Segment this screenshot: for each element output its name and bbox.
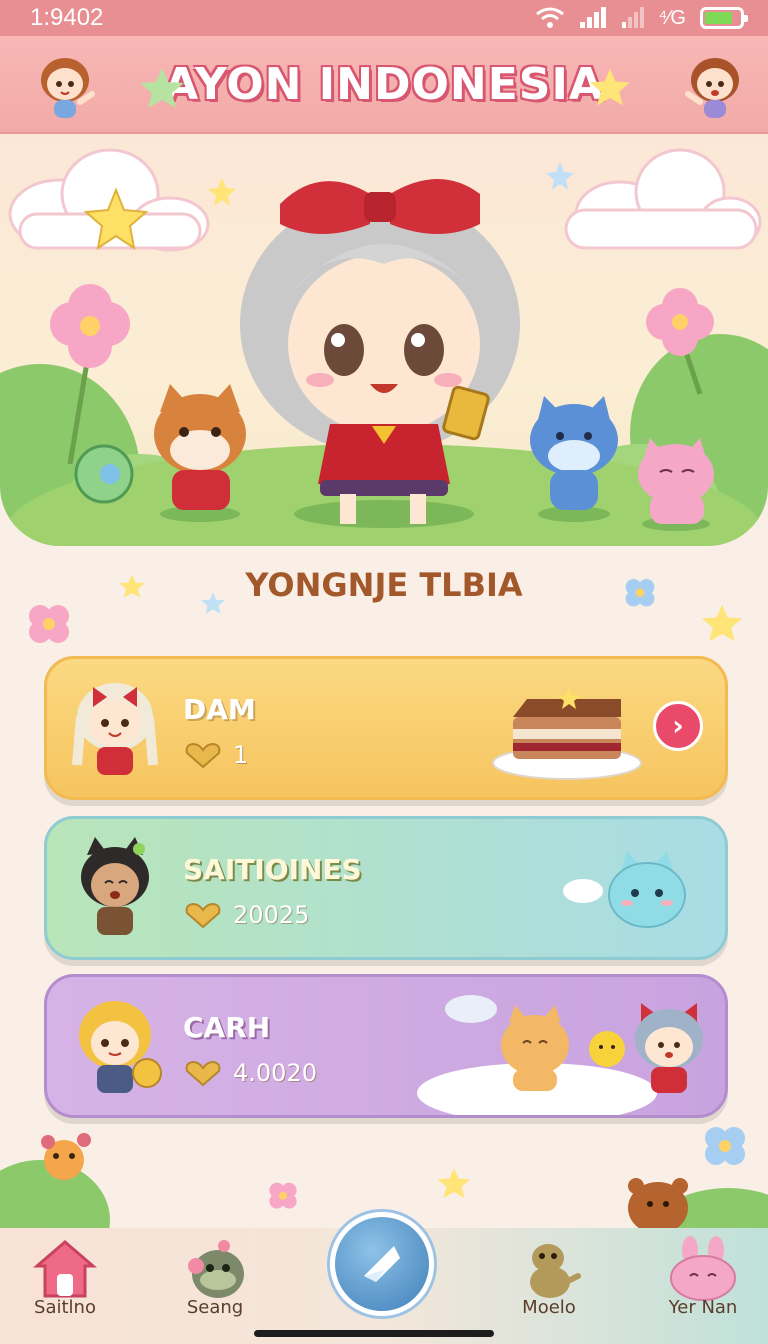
star-icon [140, 68, 184, 108]
flower-icon [705, 1127, 745, 1165]
nav-item-seang[interactable]: Seang [160, 1236, 270, 1336]
blue-cat-icon [563, 851, 686, 928]
nav-item-yer-nan[interactable]: Yer Nan [648, 1236, 758, 1336]
star-icon [437, 1168, 471, 1198]
monster-icon [188, 1240, 244, 1298]
star-icon [701, 604, 743, 642]
card-title: DAM [183, 693, 256, 726]
nav-item-home[interactable]: Saitlno [10, 1236, 120, 1336]
home-indicator [254, 1330, 494, 1337]
card-stat: 1 [183, 741, 248, 769]
chibi-catgirl-icon [81, 837, 149, 935]
card-stat: 20025 [183, 901, 309, 929]
star-icon [589, 68, 631, 106]
cloud-right [564, 148, 762, 250]
gold-heart-icon [185, 742, 221, 769]
status-icons: ⁴⁄G [535, 6, 748, 30]
app-title: AYON INDONESIA [164, 58, 604, 110]
nav-label: Saitlno [34, 1297, 96, 1318]
battery-icon [700, 7, 748, 29]
bunny-icon [670, 1236, 736, 1301]
hero-illustration [0, 148, 768, 546]
card-group-illustration [417, 995, 703, 1115]
chibi-avatar-right[interactable] [680, 50, 750, 122]
star-icon [208, 178, 236, 206]
status-time: 1:9402 [30, 4, 104, 31]
card-title: CARH [183, 1011, 271, 1044]
status-bar: 1:9402 ⁴⁄G [0, 0, 768, 36]
home-icon [32, 1240, 98, 1298]
game-card-1[interactable]: DAM 1 › [44, 656, 728, 800]
nav-center-button[interactable] [330, 1212, 434, 1316]
signal-weak-icon [621, 7, 644, 28]
nav-label: Moelo [522, 1297, 576, 1318]
card-stat-value: 4.0020 [233, 1059, 317, 1087]
app-header: AYON INDONESIA [0, 36, 768, 134]
yellow-chick-icon [589, 1031, 625, 1067]
network-indicator: ⁴⁄G [658, 6, 687, 29]
dino-icon [530, 1244, 581, 1298]
bush-left [0, 1133, 110, 1230]
gold-heart-icon [185, 902, 221, 929]
bear-bush [628, 1178, 768, 1230]
card-stat-value: 20025 [233, 901, 310, 929]
chibi-avatar-left[interactable] [30, 50, 100, 122]
chibi-girl-yellow-icon [79, 1001, 162, 1093]
game-card-2[interactable]: SAITIOINES 20025 [44, 816, 728, 960]
cake-icon [492, 687, 642, 780]
star-icon [546, 162, 574, 190]
section-title: YONGNJE TLBIA [245, 566, 523, 604]
card-stat-value: 1 [233, 741, 249, 769]
flower-icon [269, 1182, 297, 1209]
card-stat: 4.0020 [183, 1059, 317, 1087]
chibi-girl-blonde-icon [72, 683, 158, 775]
nav-label: Seang [186, 1297, 244, 1318]
hero-banner [0, 134, 768, 546]
nav-item-moelo[interactable]: Moelo [494, 1236, 604, 1336]
flower-icon [29, 605, 69, 643]
signal-icon [579, 7, 606, 28]
nav-label: Yer Nan [668, 1297, 738, 1318]
card-arrow-button[interactable]: › [653, 701, 703, 751]
gold-heart-icon [185, 1060, 221, 1087]
chibi-girl-grey-icon [635, 1003, 703, 1093]
wifi-icon [535, 7, 564, 28]
card-title: SAITIOINES [183, 853, 362, 886]
compass-icon [364, 1246, 400, 1282]
game-card-3[interactable]: CARH 4.0020 [44, 974, 728, 1118]
